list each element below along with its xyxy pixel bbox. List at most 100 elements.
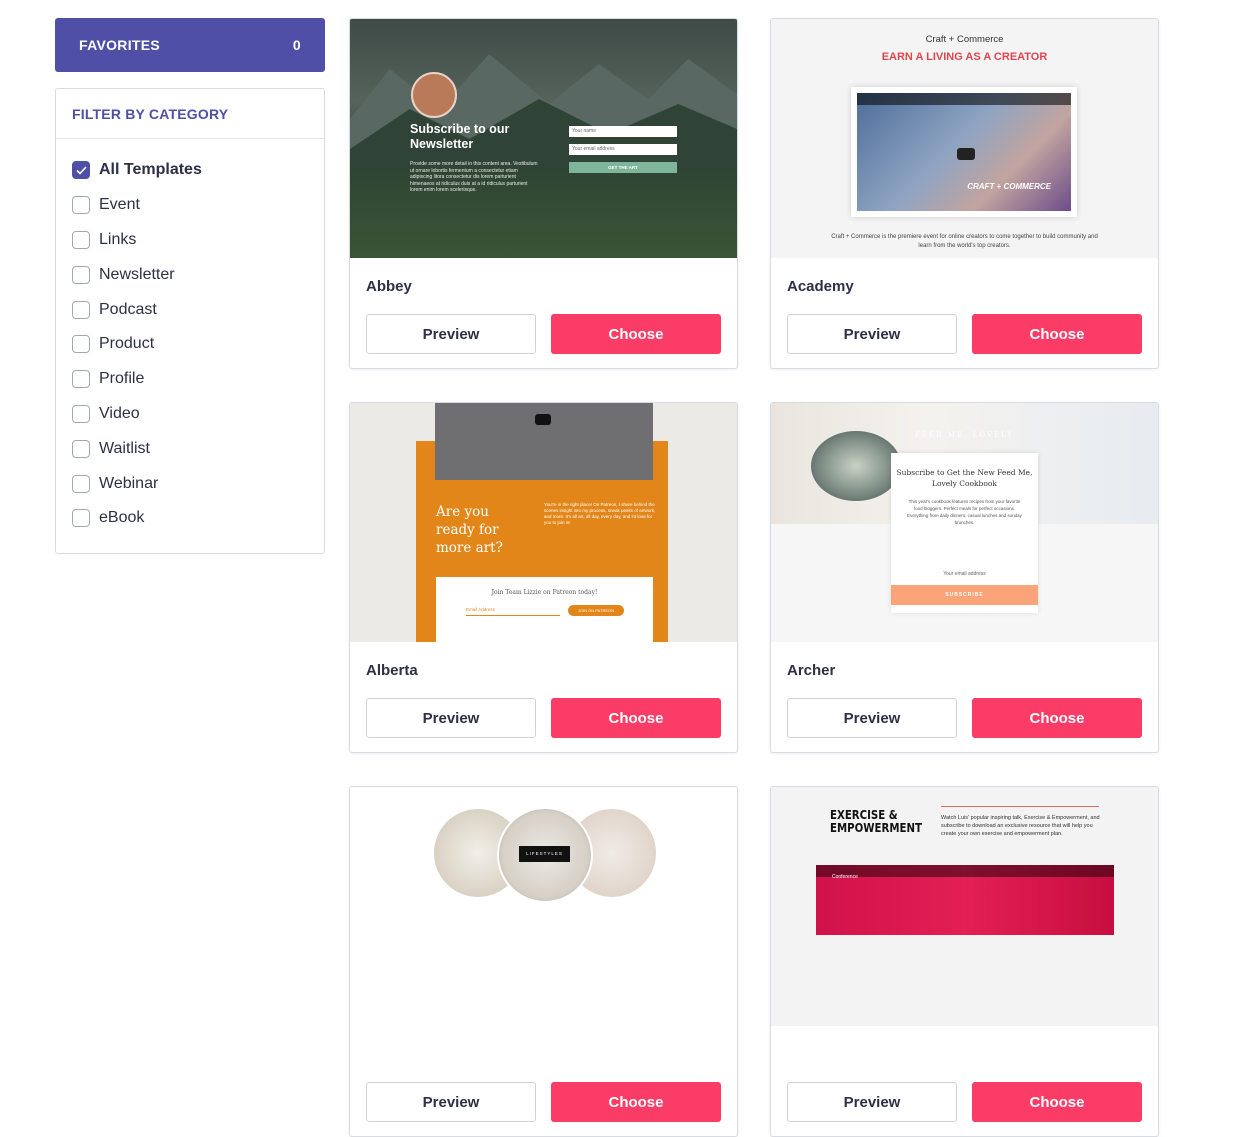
checkbox-icon[interactable] (72, 439, 90, 458)
favorites-count: 0 (292, 37, 301, 53)
thumb-name-field: Your name (569, 126, 677, 137)
favorites-button[interactable]: FAVORITES 0 (55, 18, 325, 72)
template-thumbnail[interactable]: Are you ready for more art? You're in th… (350, 403, 737, 642)
template-name: Archer (787, 662, 836, 679)
template-card-abbey: Subscribe to our Newsletter Provide some… (349, 18, 738, 369)
preview-button[interactable]: Preview (366, 698, 536, 738)
template-card-exercise: EXERCISE & EMPOWERMENT Watch Luis' popul… (770, 786, 1159, 1137)
category-label: eBook (99, 509, 145, 527)
category-label: Profile (99, 370, 145, 388)
category-option[interactable]: eBook (56, 501, 324, 536)
checkbox-icon[interactable] (72, 265, 90, 284)
template-thumbnail[interactable]: Craft + Commerce EARN A LIVING AS A CREA… (771, 19, 1158, 258)
choose-button[interactable]: Choose (551, 1082, 721, 1122)
thumb-heading: Subscribe to our Newsletter (410, 122, 510, 151)
choose-button[interactable]: Choose (551, 314, 721, 354)
thumb-kicker: Craft + Commerce (925, 34, 1004, 45)
bowl-image (811, 431, 901, 501)
video-title: Conference (832, 874, 858, 880)
category-label: Video (99, 404, 140, 422)
thumb-body: Provide some more detail in this content… (410, 161, 538, 193)
favorites-label: FAVORITES (79, 37, 161, 53)
preview-button[interactable]: Preview (787, 698, 957, 738)
thumb-email-field: Your email address (569, 144, 677, 155)
choose-button[interactable]: Choose (972, 314, 1142, 354)
category-option[interactable]: Video (56, 397, 324, 432)
thumb-caption: Craft + Commerce is the premiere event f… (831, 234, 1098, 249)
filter-title: FILTER BY CATEGORY (56, 89, 324, 139)
category-option[interactable]: Podcast (56, 292, 324, 327)
thumb-brand: FEED ME, LOVELY (915, 431, 1014, 439)
template-card-archer: FEED ME, LOVELY Subscribe to Get the New… (770, 402, 1159, 753)
thumb-cta: JOIN ON PATREON (568, 605, 624, 616)
category-option[interactable]: Links (56, 223, 324, 258)
category-option[interactable]: Product (56, 327, 324, 362)
thumb-body: You're in the right place! On Patreon, I… (544, 502, 656, 525)
checkbox-checked-icon[interactable] (72, 161, 90, 180)
checkbox-icon[interactable] (72, 300, 90, 319)
category-label: Waitlist (99, 439, 150, 457)
preview-button[interactable]: Preview (787, 1082, 957, 1122)
category-option[interactable]: Webinar (56, 466, 324, 501)
preview-button[interactable]: Preview (366, 1082, 536, 1122)
preview-button[interactable]: Preview (787, 314, 957, 354)
checkbox-icon[interactable] (72, 196, 90, 215)
thumb-question: Are you ready for more art? (436, 504, 503, 556)
video-embed: CRAFT + COMMERCE (851, 87, 1077, 217)
checkbox-icon[interactable] (72, 230, 90, 249)
thumb-heading: Subscribe to Get the New Feed Me, Lovely… (896, 468, 1033, 488)
thumb-body: This year's cookbook features recipes fr… (907, 499, 1022, 525)
play-icon (535, 414, 551, 425)
thumb-email-field: Email Address (466, 607, 560, 616)
avatar (411, 72, 457, 118)
template-thumbnail[interactable]: FEED ME, LOVELY Subscribe to Get the New… (771, 403, 1158, 642)
video-embed: Conference (816, 865, 1114, 935)
checkbox-icon[interactable] (72, 370, 90, 389)
play-icon (957, 148, 975, 160)
category-label: All Templates (99, 161, 202, 179)
category-label: Newsletter (99, 265, 175, 283)
template-thumbnail[interactable]: LIFESTYLES (350, 787, 737, 1026)
category-label: Product (99, 335, 155, 353)
category-label: Links (99, 230, 137, 248)
category-label: Webinar (99, 474, 159, 492)
category-filter-panel: FILTER BY CATEGORY All Templates Event Lin… (55, 88, 325, 554)
category-label: Podcast (99, 300, 157, 318)
template-card-alberta: Are you ready for more art? You're in th… (349, 402, 738, 753)
thumb-cta: SUBSCRIBE (891, 585, 1038, 605)
thumb-join: Join Team Lizzie on Patreon today! (491, 589, 598, 596)
template-thumbnail[interactable]: Subscribe to our Newsletter Provide some… (350, 19, 737, 258)
template-name: Abbey (366, 278, 412, 295)
signup-box: Join Team Lizzie on Patreon today! Email… (436, 577, 653, 642)
choose-button[interactable]: Choose (551, 698, 721, 738)
category-option[interactable]: Waitlist (56, 431, 324, 466)
category-option[interactable]: Newsletter (56, 257, 324, 292)
category-option[interactable]: All Templates (56, 153, 324, 188)
thumb-tag: LIFESTYLES (519, 846, 570, 862)
template-card-academy: Craft + Commerce EARN A LIVING AS A CREA… (770, 18, 1159, 369)
thumb-cta: GET THE ART (569, 162, 677, 173)
category-option[interactable]: Event (56, 188, 324, 223)
thumb-heading: EXERCISE & EMPOWERMENT (830, 808, 922, 835)
mountains-image (350, 54, 737, 169)
thumb-email-field: Your email address (943, 571, 986, 577)
thumb-body: Watch Luis' popular inspiring talk, Exer… (941, 815, 1100, 837)
category-list: All Templates Event Links Newsletter Podcast… (56, 139, 324, 536)
preview-button[interactable]: Preview (366, 314, 536, 354)
video-badge: CRAFT + COMMERCE (967, 182, 1051, 191)
template-thumbnail[interactable]: EXERCISE & EMPOWERMENT Watch Luis' popul… (771, 787, 1158, 1026)
sidebar: FAVORITES 0 FILTER BY CATEGORY All Templ… (55, 18, 325, 554)
choose-button[interactable]: Choose (972, 698, 1142, 738)
checkbox-icon[interactable] (72, 404, 90, 423)
template-name: Alberta (366, 662, 418, 679)
signup-panel: Subscribe to Get the New Feed Me, Lovely… (891, 453, 1038, 613)
choose-button[interactable]: Choose (972, 1082, 1142, 1122)
checkbox-icon[interactable] (72, 335, 90, 354)
thumb-headline: EARN A LIVING AS A CREATOR (881, 51, 1048, 63)
template-card-lifestyle: LIFESTYLES Preview Choose (349, 786, 738, 1137)
category-option[interactable]: Profile (56, 362, 324, 397)
divider (941, 806, 1099, 807)
category-label: Event (99, 196, 140, 214)
checkbox-icon[interactable] (72, 474, 90, 493)
checkbox-icon[interactable] (72, 509, 90, 528)
